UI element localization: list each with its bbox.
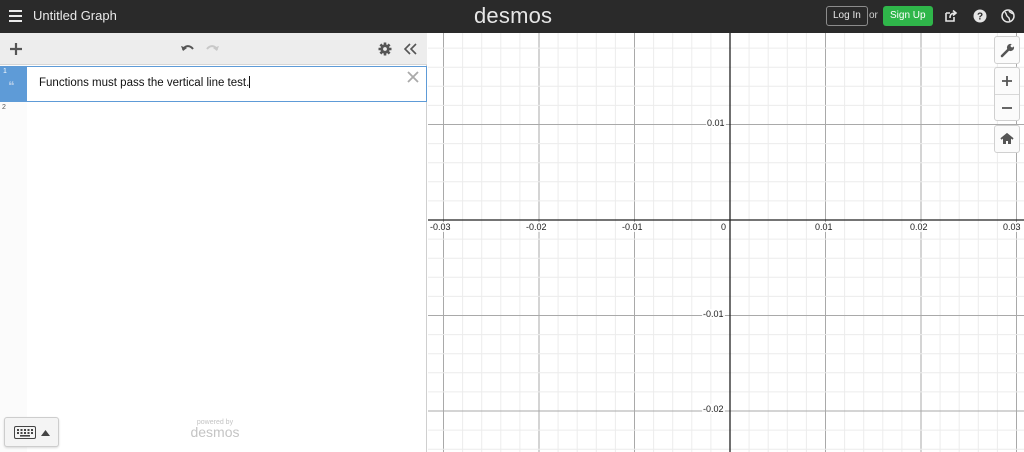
graph-paper[interactable]: -0.03 -0.02 -0.01 0 0.01 0.02 0.03 0.01 …	[428, 33, 1024, 452]
powered-by-logo: desmos	[190, 424, 240, 440]
undo-icon[interactable]	[179, 41, 195, 57]
globe-icon[interactable]	[1001, 9, 1015, 23]
collapse-panel-icon[interactable]	[402, 41, 418, 57]
text-caret	[249, 76, 251, 88]
zoom-out-icon[interactable]	[995, 95, 1019, 121]
share-icon[interactable]	[944, 9, 958, 23]
x-tick-label: -0.02	[525, 222, 548, 232]
powered-by-desmos: powered by desmos	[185, 419, 245, 439]
expression-toolbar	[0, 33, 427, 65]
row-number: 2	[2, 104, 6, 111]
graph-grid	[428, 33, 1024, 452]
redo-icon[interactable]	[205, 41, 221, 57]
zoom-in-icon[interactable]	[995, 68, 1019, 94]
home-icon[interactable]	[995, 126, 1019, 152]
y-tick-label: -0.01	[702, 309, 725, 319]
wrench-icon[interactable]	[995, 37, 1019, 63]
graph-settings-group	[994, 36, 1020, 64]
note-text: Functions must pass the vertical line te…	[39, 77, 250, 89]
add-icon[interactable]	[8, 41, 24, 57]
x-tick-label: 0	[720, 222, 728, 232]
expression-panel: 1 ❝ Functions must pass the vertical lin…	[0, 33, 427, 452]
expression-row[interactable]: 1 ❝ Functions must pass the vertical lin…	[0, 66, 427, 102]
gear-icon[interactable]	[377, 41, 393, 57]
x-tick-label: 0.03	[1002, 222, 1022, 232]
x-tick-label: -0.03	[429, 222, 452, 232]
x-tick-label: -0.01	[621, 222, 644, 232]
row-gutter-selected: 1 ❝	[1, 67, 27, 101]
y-tick-label: 0.01	[706, 118, 726, 128]
note-text-input[interactable]: Functions must pass the vertical line te…	[39, 76, 251, 89]
help-icon[interactable]: ?	[973, 9, 987, 23]
x-tick-label: 0.01	[814, 222, 834, 232]
sign-up-button[interactable]: Sign Up	[883, 6, 933, 26]
log-in-button[interactable]: Log In	[826, 6, 868, 26]
keyboard-icon	[14, 426, 36, 439]
graph-title[interactable]: Untitled Graph	[33, 8, 117, 23]
caret-up-icon	[41, 430, 50, 436]
svg-text:?: ?	[977, 12, 983, 23]
or-label: or	[869, 10, 878, 21]
row-number: 1	[3, 68, 7, 75]
y-tick-label: -0.02	[702, 404, 725, 414]
desmos-logo: desmos	[474, 3, 553, 28]
zoom-controls	[994, 67, 1020, 121]
keypad-toggle-button[interactable]	[4, 417, 59, 447]
top-bar: Untitled Graph desmos Log In or Sign Up …	[0, 0, 1024, 33]
default-viewport-group	[994, 125, 1020, 153]
delete-expression-icon[interactable]	[406, 70, 420, 84]
empty-expression-row[interactable]: 2	[0, 102, 427, 138]
note-quote-icon: ❝	[8, 79, 15, 93]
x-tick-label: 0.02	[909, 222, 929, 232]
hamburger-menu-icon[interactable]	[9, 9, 22, 22]
